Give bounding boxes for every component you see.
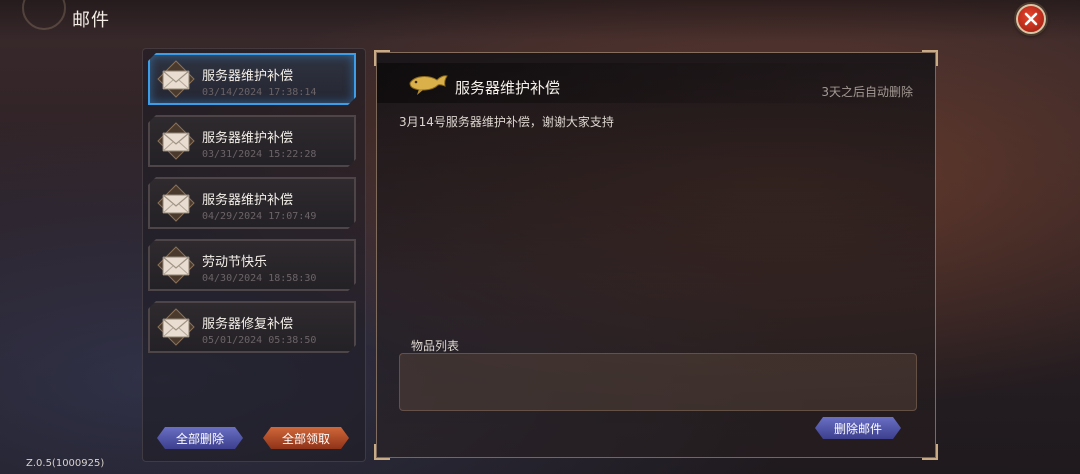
- mail-item[interactable]: 服务器维护补偿 03/14/2024 17:38:14: [148, 53, 356, 105]
- mail-item-title: 服务器维护补偿: [202, 131, 294, 146]
- envelope-icon: [156, 245, 196, 285]
- mail-item-date: 04/29/2024 17:07:49: [202, 211, 317, 222]
- mail-item-title: 服务器修复补偿: [202, 317, 294, 332]
- mail-item[interactable]: 服务器维护补偿 04/29/2024 17:07:49: [148, 177, 356, 229]
- envelope-icon: [156, 307, 196, 347]
- version-label: Z.0.5(1000925): [26, 458, 105, 469]
- close-icon: [1024, 12, 1038, 26]
- close-button[interactable]: [1016, 4, 1046, 34]
- mail-item-title: 服务器维护补偿: [202, 69, 294, 84]
- mail-item-date: 03/31/2024 15:22:28: [202, 149, 317, 160]
- claim-all-button[interactable]: 全部领取: [263, 427, 349, 449]
- mail-item[interactable]: 劳动节快乐 04/30/2024 18:58:30: [148, 239, 356, 291]
- auto-delete-note: 3天之后自动删除: [821, 85, 913, 99]
- envelope-icon: [156, 59, 196, 99]
- mail-item-date: 03/14/2024 17:38:14: [202, 87, 317, 98]
- mail-body-text: 3月14号服务器维护补偿，谢谢大家支持: [399, 115, 614, 129]
- envelope-icon: [156, 183, 196, 223]
- delete-mail-button[interactable]: 删除邮件: [815, 417, 901, 439]
- mail-item[interactable]: 服务器维护补偿 03/31/2024 15:22:28: [148, 115, 356, 167]
- items-label: 物品列表: [411, 339, 460, 353]
- mail-item[interactable]: 服务器修复补偿 05/01/2024 05:38:50: [148, 301, 356, 353]
- frame-corner: [922, 444, 938, 460]
- mail-item-date: 04/30/2024 18:58:30: [202, 273, 317, 284]
- delete-all-button[interactable]: 全部删除: [157, 427, 243, 449]
- items-list-box: [399, 353, 917, 411]
- frame-corner: [374, 444, 390, 460]
- mail-detail-panel: 服务器维护补偿 3天之后自动删除 3月14号服务器维护补偿，谢谢大家支持 物品列…: [374, 50, 938, 460]
- mail-list-panel: 服务器维护补偿 03/14/2024 17:38:14 服务器维护补偿 03/3…: [142, 48, 366, 462]
- whale-icon: [407, 71, 449, 103]
- top-bar: [0, 0, 1080, 40]
- mail-item-date: 05/01/2024 05:38:50: [202, 335, 317, 346]
- page-title: 邮件: [72, 10, 110, 31]
- mail-item-title: 劳动节快乐: [202, 255, 268, 270]
- envelope-icon: [156, 121, 196, 161]
- detail-title: 服务器维护补偿: [455, 79, 561, 97]
- mail-item-title: 服务器维护补偿: [202, 193, 294, 208]
